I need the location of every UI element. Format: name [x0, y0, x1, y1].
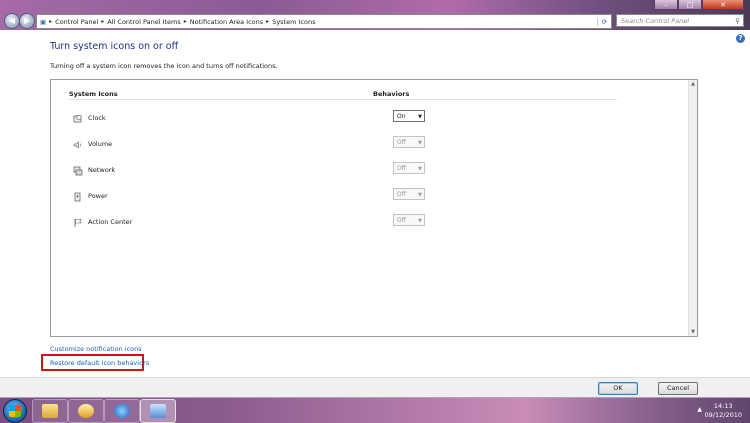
breadcrumb-system-icons[interactable]: System Icons: [269, 18, 318, 26]
breadcrumb-notification-area-icons[interactable]: Notification Area Icons: [187, 18, 266, 26]
windows-logo-icon: [9, 405, 21, 417]
taskbar-internet-explorer-button[interactable]: [104, 399, 140, 423]
close-button[interactable]: ✕: [702, 0, 744, 10]
taskbar-control-panel-button[interactable]: [140, 399, 176, 423]
search-input[interactable]: Search Control Panel ⚲: [616, 14, 744, 27]
system-icons-panel: System Icons Behaviors Clock On ▼ Volume …: [50, 79, 698, 337]
volume-behavior-select[interactable]: Off ▼: [393, 136, 425, 148]
network-behavior-value: Off: [397, 165, 406, 172]
restore-default-icon-behaviors-link[interactable]: Restore default icon behaviors: [50, 359, 149, 367]
title-bar: – □ ✕ ◀ ▶ ▣ ▸ Control Panel ▸ All Contro…: [0, 0, 750, 30]
taskbar: ▲ 14:13 09/12/2010: [0, 397, 750, 423]
control-panel-icon: ▣: [40, 17, 47, 26]
control-panel-icon: [150, 404, 166, 418]
flag-icon: [74, 219, 82, 227]
list-item-clock: Clock On ▼: [73, 110, 425, 126]
system-clock[interactable]: 14:13 09/12/2010: [705, 402, 742, 420]
dropdown-arrow-icon: ▼: [418, 192, 422, 198]
taskbar-explorer-button[interactable]: [32, 399, 68, 423]
scroll-down-icon[interactable]: ▼: [689, 328, 697, 336]
list-item-volume: Volume Off ▼: [73, 136, 425, 152]
forward-button[interactable]: ▶: [19, 13, 35, 29]
refresh-icon[interactable]: ⟳: [596, 17, 611, 26]
dropdown-arrow-icon: ▼: [418, 218, 422, 224]
dropdown-arrow-icon: ▼: [418, 114, 422, 120]
network-label: Network: [88, 166, 116, 174]
clock-icon: [73, 114, 82, 123]
ok-button[interactable]: OK: [598, 382, 638, 395]
list-item-power: Power Off ▼: [73, 188, 425, 204]
address-bar[interactable]: ▣ ▸ Control Panel ▸ All Control Panel It…: [36, 14, 612, 29]
network-behavior-select[interactable]: Off ▼: [393, 162, 425, 174]
column-header-system-icons: System Icons: [69, 90, 118, 98]
cancel-button[interactable]: Cancel: [658, 382, 698, 395]
list-item-action-center: Action Center Off ▼: [73, 214, 425, 230]
maximize-icon: □: [686, 0, 694, 9]
clock-time: 14:13: [713, 402, 733, 410]
breadcrumb-control-panel[interactable]: Control Panel: [52, 18, 101, 26]
internet-explorer-icon: [114, 404, 130, 418]
dropdown-arrow-icon: ▼: [418, 166, 422, 172]
clock-behavior-select[interactable]: On ▼: [393, 110, 425, 122]
messenger-icon: [78, 404, 94, 418]
window-controls: – □ ✕: [654, 0, 744, 10]
start-button[interactable]: [3, 399, 27, 423]
forward-arrow-icon: ▶: [23, 16, 31, 25]
show-hidden-icons-arrow[interactable]: ▲: [697, 406, 702, 413]
customize-notification-icons-link[interactable]: Customize notification icons: [50, 345, 142, 353]
search-placeholder: Search Control Panel: [621, 17, 690, 25]
clock-label: Clock: [88, 114, 106, 122]
list-item-network: Network Off ▼: [73, 162, 425, 178]
volume-label: Volume: [88, 140, 113, 148]
breadcrumb-all-items[interactable]: All Control Panel Items: [104, 18, 183, 26]
action-center-behavior-value: Off: [397, 217, 406, 224]
column-header-behaviors: Behaviors: [373, 90, 410, 98]
taskbar-messenger-button[interactable]: [68, 399, 104, 423]
back-button[interactable]: ◀: [4, 13, 20, 29]
power-label: Power: [88, 192, 108, 200]
action-center-label: Action Center: [88, 218, 133, 226]
page-title: Turn system icons on or off: [50, 41, 179, 52]
close-icon: ✕: [720, 0, 726, 9]
dropdown-arrow-icon: ▼: [418, 140, 422, 146]
volume-behavior-value: Off: [397, 139, 406, 146]
back-arrow-icon: ◀: [8, 16, 16, 25]
minimize-button[interactable]: –: [654, 0, 678, 10]
power-behavior-value: Off: [397, 191, 406, 198]
minimize-icon: –: [664, 0, 668, 9]
help-icon[interactable]: ?: [736, 34, 745, 43]
volume-icon: [73, 141, 81, 149]
maximize-button[interactable]: □: [678, 0, 702, 10]
dialog-footer: OK Cancel: [0, 377, 750, 398]
folder-icon: [42, 404, 58, 418]
search-icon[interactable]: ⚲: [735, 15, 740, 28]
network-icon: [73, 166, 83, 176]
power-icon: [74, 192, 81, 202]
action-center-behavior-select[interactable]: Off ▼: [393, 214, 425, 226]
power-behavior-select[interactable]: Off ▼: [393, 188, 425, 200]
page-intro: Turning off a system icon removes the ic…: [50, 62, 278, 70]
header-divider: [69, 99, 617, 100]
clock-behavior-value: On: [397, 113, 406, 120]
scroll-up-icon[interactable]: ▲: [689, 80, 697, 88]
vertical-scrollbar[interactable]: ▲ ▼: [688, 80, 697, 336]
clock-date: 09/12/2010: [704, 411, 742, 419]
